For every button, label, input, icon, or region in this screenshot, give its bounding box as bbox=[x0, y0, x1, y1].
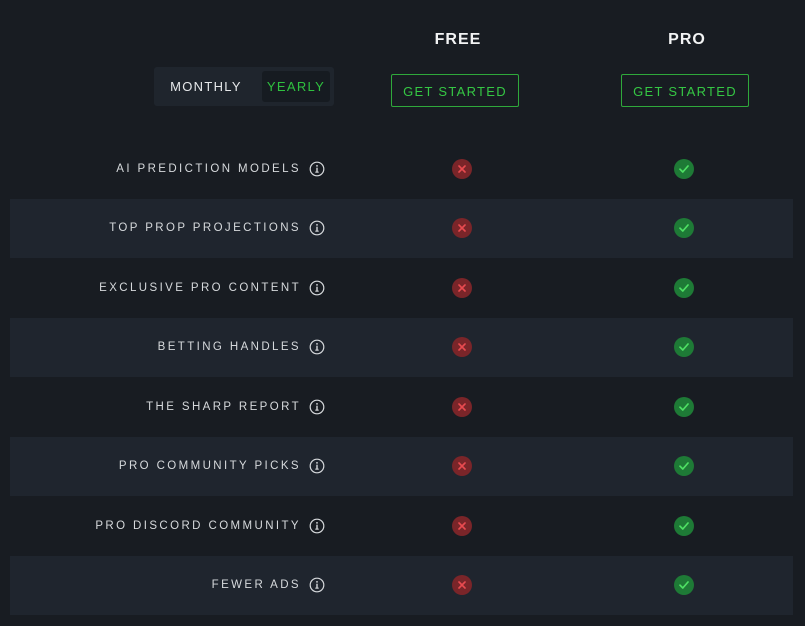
x-icon bbox=[452, 158, 472, 179]
x-icon bbox=[452, 515, 472, 536]
x-icon bbox=[452, 218, 472, 239]
feature-label: BETTING HANDLES bbox=[157, 341, 301, 354]
plan-title-free: FREE bbox=[434, 31, 482, 48]
x-icon bbox=[452, 575, 472, 596]
feature-label: THE SHARP REPORT bbox=[146, 400, 301, 413]
check-icon bbox=[674, 218, 694, 239]
feature-label: PRO DISCORD COMMUNITY bbox=[95, 519, 301, 532]
x-icon bbox=[452, 337, 472, 358]
info-icon[interactable] bbox=[309, 399, 325, 415]
check-icon bbox=[674, 456, 694, 477]
info-icon[interactable] bbox=[309, 161, 325, 177]
feature-row: PRO DISCORD COMMUNITY bbox=[10, 496, 793, 556]
toggle-option-monthly[interactable]: MONTHLY bbox=[154, 71, 258, 102]
feature-row: THE SHARP REPORT bbox=[10, 377, 793, 437]
info-icon[interactable] bbox=[309, 577, 325, 593]
info-icon[interactable] bbox=[309, 339, 325, 355]
feature-row: PRO COMMUNITY PICKS bbox=[10, 436, 793, 496]
feature-row: FEWER ADS bbox=[10, 555, 793, 615]
check-icon bbox=[674, 575, 694, 596]
plan-title-pro: PRO bbox=[668, 31, 706, 48]
feature-label: TOP PROP PROJECTIONS bbox=[109, 222, 301, 235]
feature-label: FEWER ADS bbox=[211, 579, 301, 592]
feature-row: TOP PROP PROJECTIONS bbox=[10, 198, 793, 258]
check-icon bbox=[674, 277, 694, 298]
x-icon bbox=[452, 456, 472, 477]
get-started-free-button[interactable]: GET STARTED bbox=[391, 74, 519, 107]
feature-label: PRO COMMUNITY PICKS bbox=[118, 460, 301, 473]
info-icon[interactable] bbox=[309, 518, 325, 534]
feature-label: EXCLUSIVE PRO CONTENT bbox=[99, 281, 301, 294]
feature-row: AI PREDICTION MODELS bbox=[10, 139, 793, 199]
billing-toggle[interactable]: MONTHLY YEARLY bbox=[154, 67, 334, 106]
check-icon bbox=[674, 396, 694, 417]
info-icon[interactable] bbox=[309, 280, 325, 296]
feature-row: BETTING HANDLES bbox=[10, 317, 793, 377]
feature-comparison-table: AI PREDICTION MODELS TOP PROP PROJECTION… bbox=[10, 139, 793, 615]
check-icon bbox=[674, 337, 694, 358]
feature-row: EXCLUSIVE PRO CONTENT bbox=[10, 258, 793, 318]
get-started-pro-button[interactable]: GET STARTED bbox=[621, 74, 749, 107]
feature-label: AI PREDICTION MODELS bbox=[116, 162, 301, 175]
toggle-option-yearly[interactable]: YEARLY bbox=[262, 71, 330, 102]
x-icon bbox=[452, 396, 472, 417]
check-icon bbox=[674, 515, 694, 536]
x-icon bbox=[452, 277, 472, 298]
info-icon[interactable] bbox=[309, 458, 325, 474]
info-icon[interactable] bbox=[309, 220, 325, 236]
check-icon bbox=[674, 158, 694, 179]
